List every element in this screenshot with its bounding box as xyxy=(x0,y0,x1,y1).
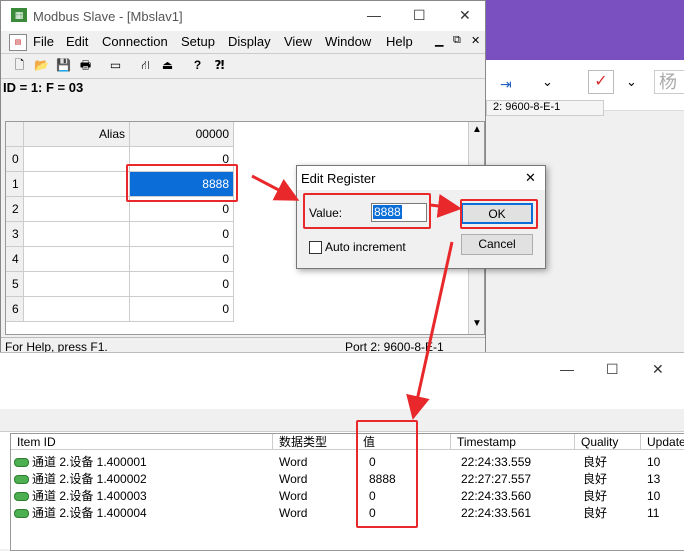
arrow-value-to-ok xyxy=(429,194,462,218)
arrow-grid-to-dialog xyxy=(251,174,300,201)
arrow-ok-to-list xyxy=(406,241,454,420)
annotation-arrows xyxy=(251,174,462,420)
